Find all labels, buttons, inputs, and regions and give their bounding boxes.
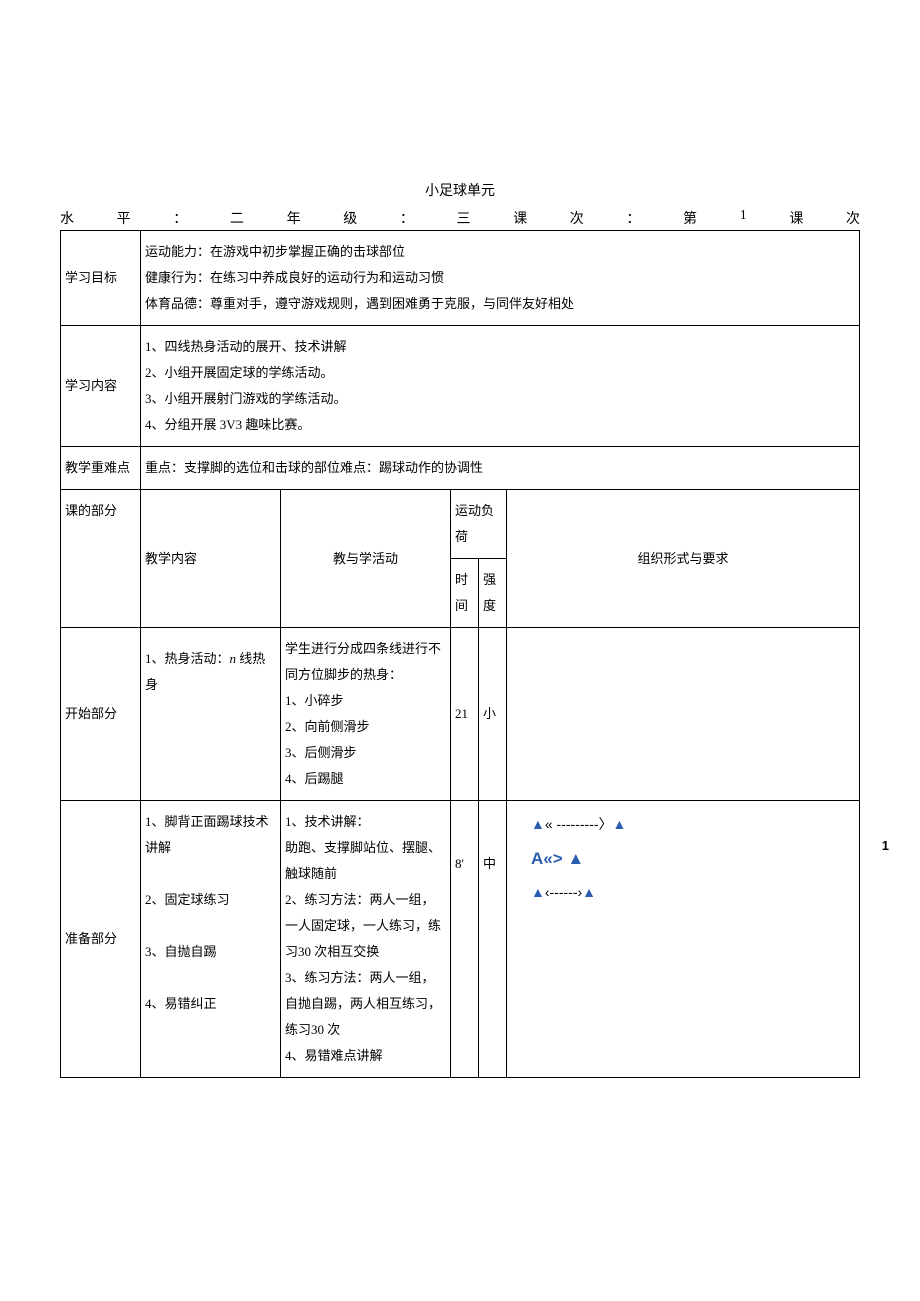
arrow-text-2: «>	[543, 849, 562, 868]
start-section-row: 开始部分 1、热身活动：n 线热身 学生进行分成四条线进行不同方位脚步的热身： …	[61, 628, 860, 801]
prep-content: 1、脚背正面踢球技术讲解 2、固定球练习 3、自抛自踢 4、易错纠正	[141, 801, 281, 1078]
org-row-3: ▲‹------›▲	[531, 877, 855, 908]
prep-label: 准备部分	[61, 801, 141, 1078]
meta-line: 水 平 ： 二 年 级 ： 三 课 次 ： 第 1 课 次	[60, 208, 860, 228]
org-row-2: A«> ▲	[531, 840, 855, 877]
start-content-prefix: 1、热身活动：	[145, 651, 230, 666]
keypoints-text: 重点：支撑脚的选位和击球的部位难点：踢球动作的协调性	[145, 455, 855, 481]
meta-lesson-num: 1	[740, 208, 747, 228]
header-intensity: 强度	[479, 559, 507, 628]
content-row: 学习内容 1、四线热身活动的展开、技术讲解 2、小组开展固定球的学练活动。 3、…	[61, 326, 860, 447]
triangle-icon: ▲	[567, 849, 584, 868]
header-org: 组织形式与要求	[507, 490, 860, 628]
header-teach-content: 教学内容	[141, 490, 281, 628]
triangle-icon: ▲	[613, 816, 627, 832]
arrow-text-1: « ---------〉	[545, 816, 613, 832]
lesson-plan-table: 学习目标 运动能力：在游戏中初步掌握正确的击球部位 健康行为：在练习中养成良好的…	[60, 230, 860, 1078]
keypoints-label: 教学重难点	[61, 447, 141, 490]
content-line3: 3、小组开展射门游戏的学练活动。	[145, 386, 855, 412]
meta-grade-label-1: 年	[287, 208, 301, 228]
header-time: 时间	[451, 559, 479, 628]
meta-lesson-label-2: 次	[570, 208, 584, 228]
content-label: 学习内容	[61, 326, 141, 447]
prep-activity: 1、技术讲解： 助跑、支撑脚站位、摆腿、触球随前 2、练习方法：两人一组，一人固…	[281, 801, 451, 1078]
meta-grade-value: 三	[456, 208, 470, 228]
objectives-line3: 体育品德：尊重对手，遵守游戏规则，遇到困难勇于克服，与同伴友好相处	[145, 291, 855, 317]
keypoints-body: 重点：支撑脚的选位和击球的部位难点：踢球动作的协调性	[141, 447, 860, 490]
triangle-icon: ▲	[582, 884, 596, 900]
content-line4: 4、分组开展 3V3 趣味比赛。	[145, 412, 855, 438]
meta-colon-2: ：	[400, 208, 414, 228]
start-org	[507, 628, 860, 801]
content-line2: 2、小组开展固定球的学练活动。	[145, 360, 855, 386]
start-content: 1、热身活动：n 线热身	[141, 628, 281, 801]
prep-org: ▲« ---------〉▲ A«> ▲ ▲‹------›▲ 1	[507, 801, 860, 1078]
objectives-line2: 健康行为：在练习中养成良好的运动行为和运动习惯	[145, 265, 855, 291]
keypoints-row: 教学重难点 重点：支撑脚的选位和击球的部位难点：踢球动作的协调性	[61, 447, 860, 490]
start-label: 开始部分	[61, 628, 141, 801]
header-load: 运动负荷	[451, 490, 507, 559]
header-activity: 教与学活动	[281, 490, 451, 628]
meta-level-label-1: 水	[60, 208, 74, 228]
objectives-line1: 运动能力：在游戏中初步掌握正确的击球部位	[145, 239, 855, 265]
meta-grade-label-2: 级	[343, 208, 357, 228]
objectives-label: 学习目标	[61, 231, 141, 326]
table-header-row-1: 课的部分 教学内容 教与学活动 运动负荷 组织形式与要求	[61, 490, 860, 559]
meta-colon-3: ：	[626, 208, 640, 228]
meta-level-value: 二	[230, 208, 244, 228]
content-line1: 1、四线热身活动的展开、技术讲解	[145, 334, 855, 360]
meta-colon-1: ：	[173, 208, 187, 228]
content-body: 1、四线热身活动的展开、技术讲解 2、小组开展固定球的学练活动。 3、小组开展射…	[141, 326, 860, 447]
prep-section-row: 准备部分 1、脚背正面踢球技术讲解 2、固定球练习 3、自抛自踢 4、易错纠正 …	[61, 801, 860, 1078]
triangle-icon: ▲	[531, 816, 545, 832]
start-time: 21	[451, 628, 479, 801]
prep-time: 8'	[451, 801, 479, 1078]
prep-intensity: 中	[479, 801, 507, 1078]
objectives-row: 学习目标 运动能力：在游戏中初步掌握正确的击球部位 健康行为：在练习中养成良好的…	[61, 231, 860, 326]
header-section: 课的部分	[61, 490, 141, 628]
meta-lesson-prefix: 第	[683, 208, 697, 228]
arrow-text-3: ‹------›	[545, 884, 582, 900]
meta-lesson-label-1: 课	[513, 208, 527, 228]
meta-level-label-2: 平	[117, 208, 131, 228]
triangle-icon: ▲	[531, 884, 545, 900]
start-intensity: 小	[479, 628, 507, 801]
org-row-1: ▲« ---------〉▲	[531, 809, 855, 840]
meta-lesson-label-4: 次	[846, 208, 860, 228]
meta-lesson-label-3: 课	[789, 208, 803, 228]
start-activity: 学生进行分成四条线进行不同方位脚步的热身： 1、小碎步 2、向前侧滑步 3、后侧…	[281, 628, 451, 801]
objectives-content: 运动能力：在游戏中初步掌握正确的击球部位 健康行为：在练习中养成良好的运动行为和…	[141, 231, 860, 326]
document-title: 小足球单元	[60, 180, 860, 200]
side-page-number: 1	[882, 833, 889, 859]
triangle-icon: A	[531, 849, 543, 868]
